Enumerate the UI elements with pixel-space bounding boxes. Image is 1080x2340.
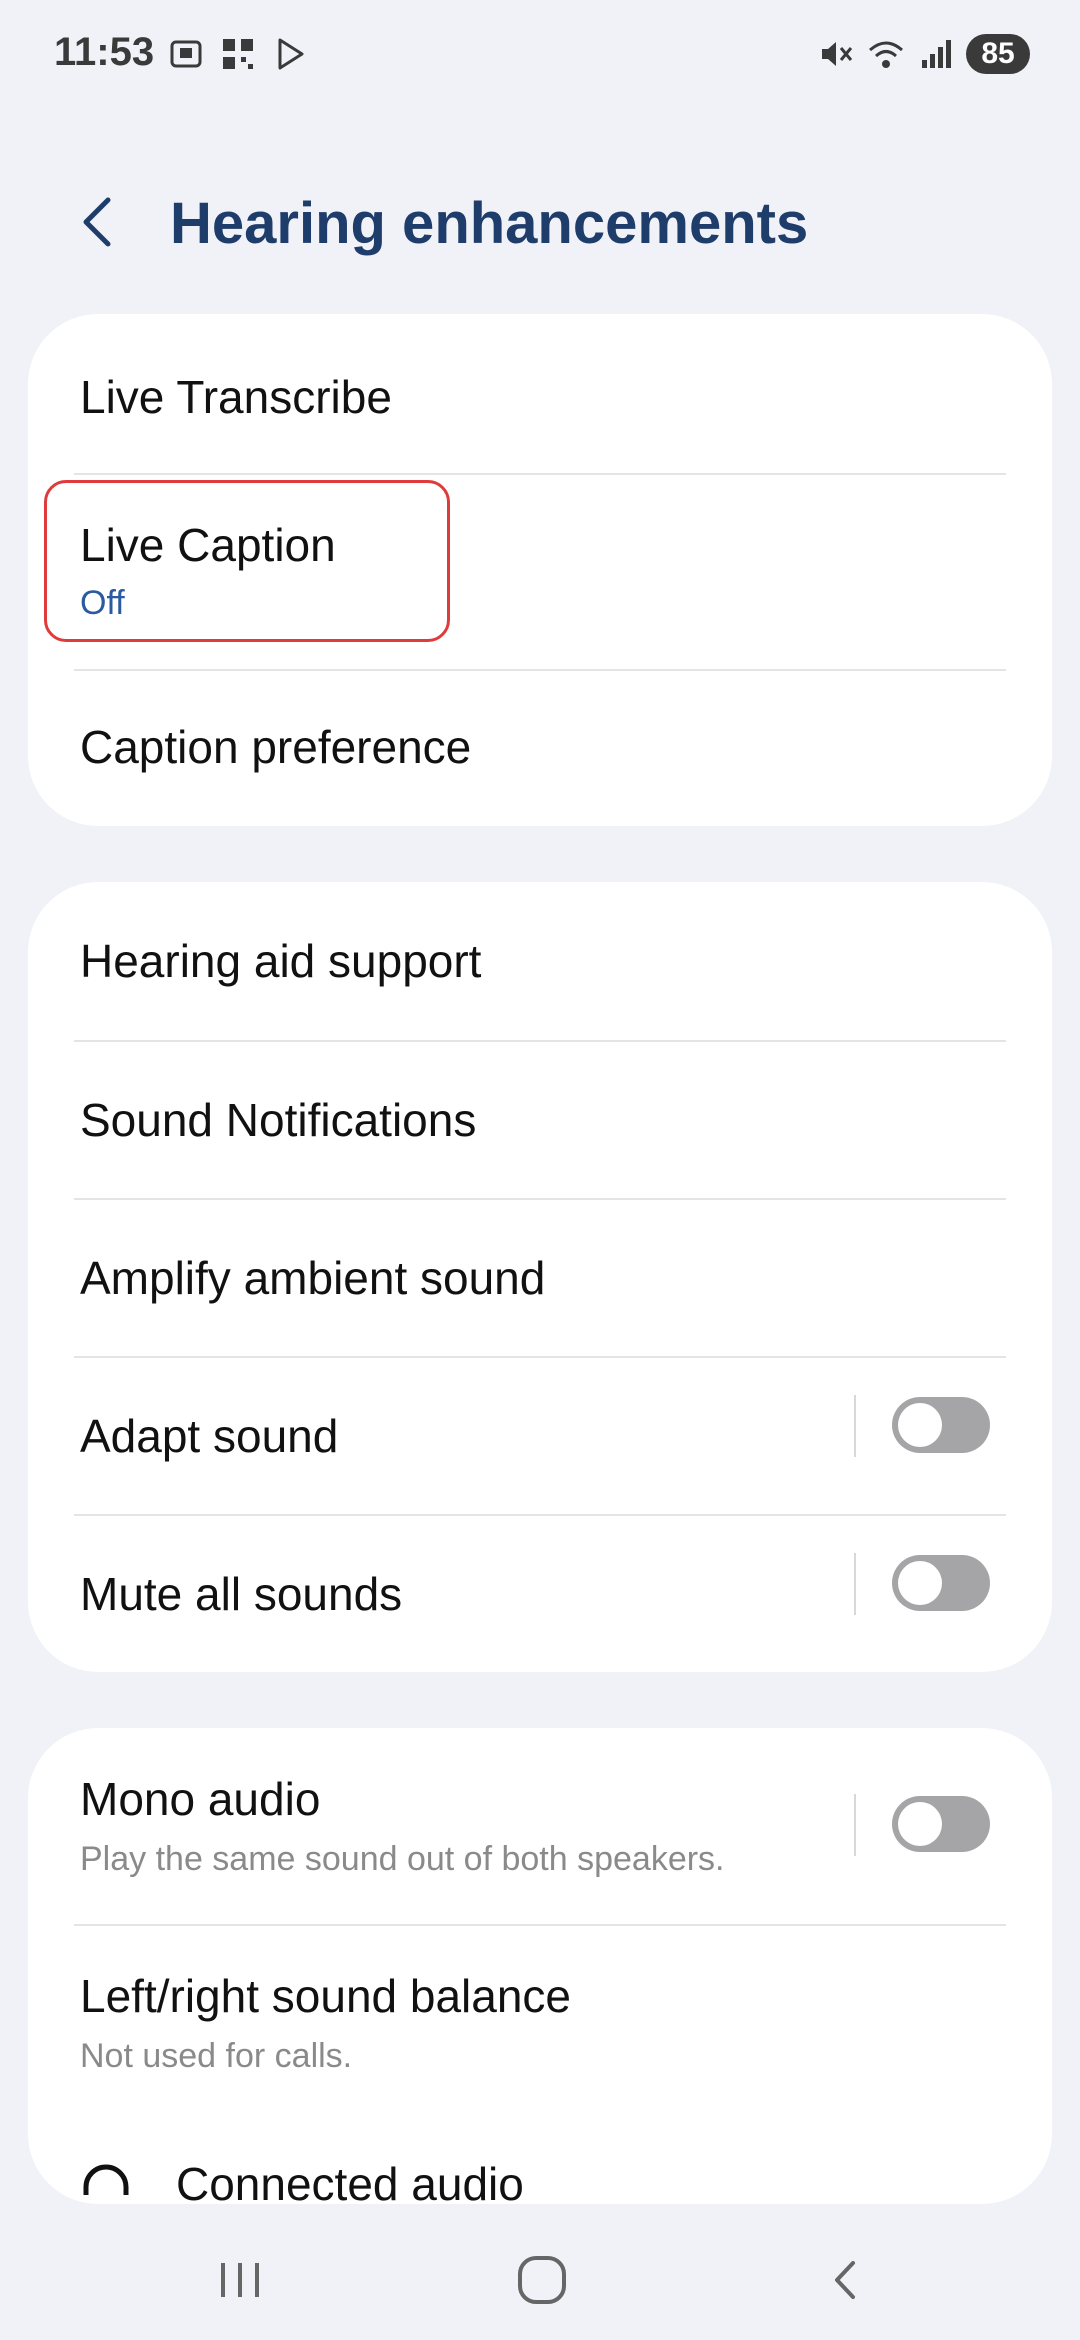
row-label: Live Transcribe bbox=[80, 371, 392, 423]
list-item-hearing-aid-support[interactable]: Hearing aid support bbox=[28, 882, 1052, 1040]
list-item-amplify-ambient-sound[interactable]: Amplify ambient sound bbox=[28, 1199, 1052, 1356]
home-icon bbox=[518, 2256, 566, 2304]
battery-indicator: 85 bbox=[966, 34, 1030, 74]
home-button[interactable] bbox=[502, 2240, 582, 2320]
card-captions: Live Transcribe Live Caption Off Caption… bbox=[28, 314, 1052, 826]
vertical-separator bbox=[854, 1395, 856, 1457]
list-item-live-caption[interactable]: Live Caption Off bbox=[28, 474, 1052, 670]
mono-audio-toggle[interactable] bbox=[892, 1796, 990, 1852]
list-item-sound-notifications[interactable]: Sound Notifications bbox=[28, 1041, 1052, 1198]
row-label: Amplify ambient sound bbox=[80, 1252, 546, 1304]
toggle-knob bbox=[898, 1561, 942, 1605]
row-label: Connected audio bbox=[176, 2158, 524, 2204]
status-left-icons bbox=[166, 34, 310, 74]
list-item-caption-preference[interactable]: Caption preference bbox=[28, 670, 1052, 826]
toggle-knob bbox=[898, 1802, 942, 1846]
headphones-icon bbox=[80, 2161, 132, 2204]
header: Hearing enhancements bbox=[0, 170, 1080, 280]
list-item-mute-all-sounds[interactable]: Mute all sounds bbox=[28, 1515, 1052, 1672]
row-label: Mute all sounds bbox=[80, 1568, 403, 1620]
back-nav-button[interactable] bbox=[806, 2240, 886, 2320]
row-label: Left/right sound balance bbox=[80, 1970, 572, 2022]
row-label: Hearing aid support bbox=[80, 935, 482, 987]
adapt-sound-toggle[interactable] bbox=[892, 1397, 990, 1453]
recents-icon bbox=[221, 2263, 259, 2297]
mute-icon bbox=[816, 34, 856, 74]
status-right-icons: 85 bbox=[816, 34, 1030, 74]
recents-button[interactable] bbox=[200, 2240, 280, 2320]
screenshot-icon bbox=[166, 34, 206, 74]
row-subtitle: Play the same sound out of both speakers… bbox=[80, 1840, 725, 1878]
back-button[interactable] bbox=[72, 192, 132, 252]
row-label: Caption preference bbox=[80, 721, 472, 773]
chevron-left-icon bbox=[83, 197, 111, 247]
row-status: Off bbox=[80, 584, 125, 622]
signal-icon bbox=[916, 34, 956, 74]
list-item-live-transcribe[interactable]: Live Transcribe bbox=[28, 314, 1052, 474]
vertical-separator bbox=[854, 1553, 856, 1615]
page-title: Hearing enhancements bbox=[170, 191, 809, 256]
navigation-bar bbox=[0, 2210, 1080, 2340]
mute-all-sounds-toggle[interactable] bbox=[892, 1555, 990, 1611]
row-label: Mono audio bbox=[80, 1773, 321, 1825]
card-sound: Hearing aid support Sound Notifications … bbox=[28, 882, 1052, 1672]
card-audio: Mono audio Play the same sound out of bo… bbox=[28, 1728, 1052, 2204]
row-subtitle: Not used for calls. bbox=[80, 2037, 353, 2075]
play-store-icon bbox=[270, 34, 310, 74]
list-item-connected-audio[interactable]: Connected audio bbox=[28, 2121, 1052, 2204]
list-item-mono-audio[interactable]: Mono audio Play the same sound out of bo… bbox=[28, 1728, 1052, 1924]
vertical-separator bbox=[854, 1794, 856, 1856]
list-item-adapt-sound[interactable]: Adapt sound bbox=[28, 1357, 1052, 1514]
row-label: Adapt sound bbox=[80, 1410, 339, 1462]
list-item-left-right-balance[interactable]: Left/right sound balance Not used for ca… bbox=[28, 1925, 1052, 2121]
row-label: Sound Notifications bbox=[80, 1094, 477, 1146]
qr-icon bbox=[218, 34, 258, 74]
toggle-knob bbox=[898, 1403, 942, 1447]
row-label: Live Caption bbox=[80, 519, 336, 571]
status-time: 11:53 bbox=[54, 30, 155, 74]
back-icon bbox=[835, 2261, 855, 2299]
status-bar: 11:53 85 bbox=[0, 0, 1080, 112]
wifi-icon bbox=[866, 34, 906, 74]
